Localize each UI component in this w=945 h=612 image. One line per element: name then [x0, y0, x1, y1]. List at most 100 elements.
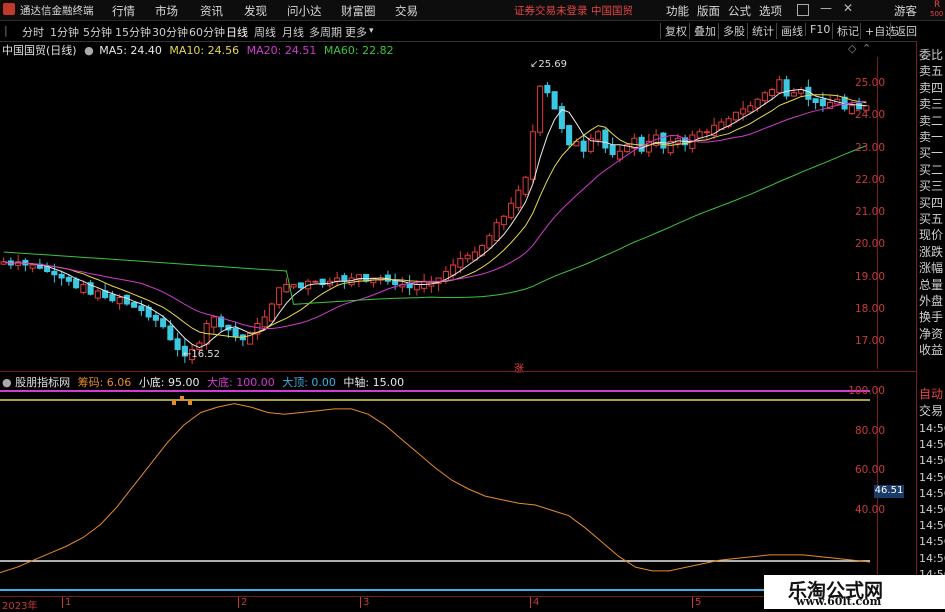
- candle-body: [232, 328, 239, 337]
- login-notice[interactable]: 证券交易未登录: [514, 3, 588, 18]
- tab-15min[interactable]: 15分钟: [115, 24, 151, 40]
- menu-item-news[interactable]: 资讯: [200, 3, 223, 19]
- indicator-tick: 60.00: [854, 464, 885, 476]
- multi-stock-button[interactable]: 多股: [718, 23, 745, 39]
- diamond-icon[interactable]: ◇: [848, 42, 856, 55]
- candle-body: [138, 305, 145, 311]
- ma5-line: [3, 88, 867, 349]
- quote-field-label: 外盘: [919, 294, 944, 308]
- tab-multi-period[interactable]: 多周期: [309, 24, 342, 40]
- candle-body: [152, 314, 159, 321]
- tab-30min[interactable]: 30分钟: [152, 24, 188, 40]
- quote-field-label: 买五: [919, 212, 944, 226]
- signal-marker: [180, 396, 184, 401]
- trade-time: 14:56: [919, 551, 945, 565]
- price-tick: 24.00: [854, 109, 885, 121]
- price-tick: 22.00: [854, 174, 885, 186]
- trade-detail-label[interactable]: 自动: [919, 385, 945, 402]
- candle-body: [761, 92, 768, 102]
- candle-body: [790, 92, 797, 97]
- candle-body: [508, 202, 515, 218]
- price-tick: 17.00: [854, 335, 885, 347]
- tab-weekly[interactable]: 周线: [254, 24, 276, 40]
- candle-body: [812, 98, 819, 104]
- tab-5min[interactable]: 5分钟: [83, 24, 112, 40]
- candle-body: [312, 280, 319, 283]
- price-tick: 18.00: [854, 303, 885, 315]
- candle-body: [58, 273, 65, 279]
- menu-item-discover[interactable]: 发现: [244, 3, 267, 19]
- trade-time: 14:56: [919, 535, 945, 549]
- trade-time: 14:56: [919, 503, 945, 516]
- pane-divider: [0, 371, 917, 372]
- candle-body: [819, 98, 826, 107]
- candlestick-chart[interactable]: [0, 57, 885, 369]
- tab-intraday[interactable]: 分时: [22, 24, 44, 40]
- indicator-tick: 40.00: [854, 504, 885, 516]
- settings-dot-icon[interactable]: ●: [84, 44, 94, 57]
- candle-body: [805, 86, 812, 100]
- quote-field-label: 卖二: [919, 113, 944, 128]
- minimize-icon[interactable]: —: [820, 1, 832, 15]
- trade-time: 14:56: [919, 470, 945, 484]
- mark-button[interactable]: 标记: [832, 23, 859, 39]
- menu-item-formula[interactable]: 公式: [728, 3, 751, 19]
- candle-body: [290, 284, 297, 288]
- candle-body: [566, 125, 573, 146]
- ma20-label: MA20: 24.51: [246, 44, 317, 57]
- trade-detail-label[interactable]: 交易: [919, 402, 945, 419]
- tab-monthly[interactable]: 月线: [282, 24, 304, 40]
- menu-item-wealth[interactable]: 财富圈: [341, 3, 376, 19]
- back-button[interactable]: 返回: [890, 23, 917, 39]
- time-tick: 4: [530, 597, 539, 608]
- tab-more[interactable]: 更多: [345, 24, 367, 40]
- chip-line: [0, 403, 871, 574]
- menu-item-quotes[interactable]: 行情: [112, 3, 135, 19]
- menu-bar: 通达信金融终端 行情 市场 资讯 发现 问小达 财富圈 交易 证券交易未登录 中…: [0, 0, 945, 21]
- candle-body: [22, 259, 29, 266]
- menu-item-market[interactable]: 市场: [155, 3, 178, 19]
- close-icon[interactable]: ✕: [843, 1, 853, 15]
- candle-body: [515, 189, 522, 209]
- menu-item-ask[interactable]: 问小达: [287, 3, 322, 19]
- tab-1min[interactable]: 1分钟: [50, 24, 79, 40]
- ma60-label: MA60: 22.82: [323, 44, 394, 57]
- tab-60min[interactable]: 60分钟: [189, 24, 225, 40]
- time-tick: 5: [692, 597, 701, 608]
- candle-body: [776, 79, 783, 94]
- candle-body: [740, 108, 747, 115]
- statistics-button[interactable]: 统计: [747, 23, 774, 39]
- tab-daily[interactable]: 日线: [226, 24, 248, 40]
- quote-field-label: 卖四: [919, 80, 944, 95]
- quote-field-label: 涨跌: [919, 244, 944, 259]
- adjust-button[interactable]: 复权: [660, 23, 687, 39]
- chevron-down-icon[interactable]: ▾: [369, 26, 374, 36]
- r-badge-letter: R: [934, 0, 941, 10]
- candle-body: [51, 270, 58, 276]
- quote-field-label: 净资: [919, 326, 944, 341]
- window-icon[interactable]: [797, 4, 809, 16]
- candle-body: [65, 276, 72, 282]
- draw-line-button[interactable]: 画线: [776, 23, 803, 39]
- candle-body: [609, 144, 616, 155]
- menu-item-trade[interactable]: 交易: [395, 3, 418, 19]
- f10-button[interactable]: F10: [805, 23, 830, 36]
- guest-label[interactable]: 游客: [894, 3, 917, 19]
- time-tick: 1: [62, 597, 71, 608]
- candle-body: [276, 287, 283, 305]
- current-value-badge: 46.51: [874, 485, 904, 498]
- app-title: 通达信金融终端: [20, 5, 94, 17]
- menu-item-function[interactable]: 功能: [666, 3, 689, 19]
- candle-body: [334, 277, 341, 282]
- candle-body: [174, 338, 181, 350]
- menu-item-options[interactable]: 选项: [759, 3, 782, 19]
- candle-body: [638, 136, 645, 152]
- stock-label[interactable]: 中国国贸(日线): [2, 44, 77, 57]
- menu-item-layout[interactable]: 版面: [697, 3, 720, 19]
- indicator-chart[interactable]: [0, 388, 885, 594]
- collapse-up-icon[interactable]: ⌃: [862, 42, 871, 55]
- overlay-button[interactable]: 叠加: [689, 23, 716, 39]
- candle-body: [268, 303, 275, 322]
- r-badge[interactable]: R 500: [930, 0, 945, 20]
- candle-body: [29, 264, 36, 269]
